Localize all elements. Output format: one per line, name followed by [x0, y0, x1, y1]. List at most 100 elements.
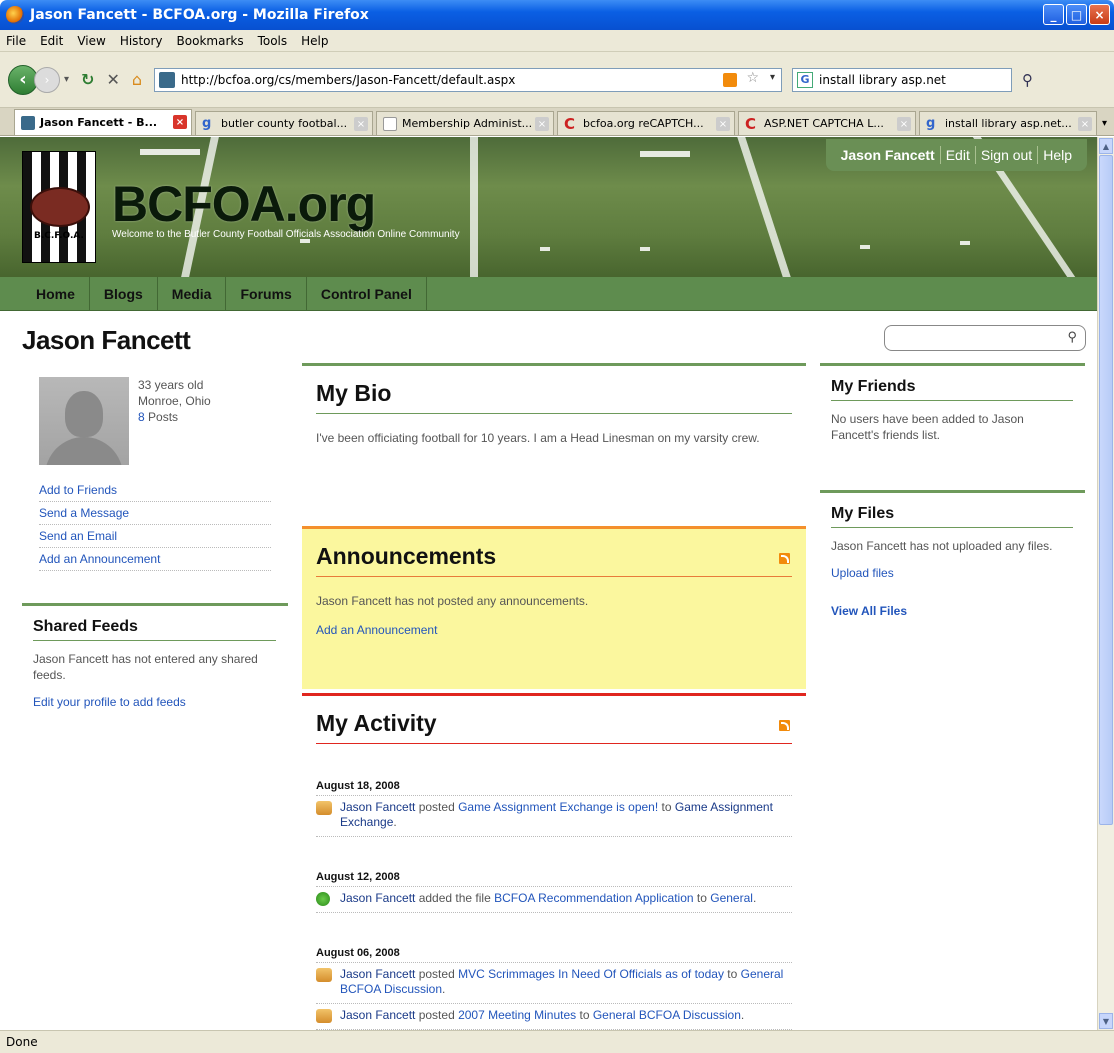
- vertical-scrollbar[interactable]: ▲ ▼: [1097, 137, 1114, 1030]
- nav-blogs[interactable]: Blogs: [90, 277, 158, 310]
- tab-close-icon[interactable]: ×: [354, 117, 368, 131]
- forward-button[interactable]: ›: [34, 66, 60, 93]
- menu-help[interactable]: Help: [301, 34, 328, 48]
- activity-target-link[interactable]: General: [710, 891, 753, 905]
- friends-text: No users have been added to Jason Fancet…: [831, 412, 1024, 442]
- url-bar[interactable]: http://bcfoa.org/cs/members/Jason-Fancet…: [154, 67, 782, 92]
- minimize-button[interactable]: _: [1043, 4, 1064, 25]
- profile-location: Monroe, Ohio: [138, 394, 211, 408]
- files-text: Jason Fancett has not uploaded any files…: [831, 539, 1053, 553]
- add-announcement-link[interactable]: Add an Announcement: [316, 609, 792, 637]
- search-icon[interactable]: ⚲: [1067, 329, 1077, 345]
- scrollbar-thumb[interactable]: [1099, 155, 1113, 825]
- forward-arrow-icon: ›: [44, 72, 50, 87]
- status-text: Done: [6, 1035, 38, 1049]
- send-message-link[interactable]: Send a Message: [39, 502, 271, 525]
- shared-feeds-text: Jason Fancett has not entered any shared…: [33, 652, 258, 682]
- url-dropdown-icon[interactable]: ▾: [770, 72, 775, 83]
- search-icon[interactable]: ⚲: [1022, 71, 1033, 89]
- help-link[interactable]: Help: [1038, 147, 1077, 163]
- friends-box: My Friends No users have been added to J…: [820, 366, 1085, 490]
- activity-user-link[interactable]: Jason Fancett: [340, 800, 415, 814]
- activity-target-link[interactable]: General BCFOA Discussion: [593, 1008, 741, 1022]
- signout-link[interactable]: Sign out: [976, 147, 1037, 163]
- nav-control-panel[interactable]: Control Panel: [307, 277, 427, 310]
- announcements-title: Announcements: [316, 529, 792, 577]
- tab-aspnet-captcha[interactable]: C ASP.NET CAPTCHA L... ×: [738, 111, 916, 135]
- rss-icon[interactable]: [779, 720, 790, 731]
- reload-icon[interactable]: ↻: [81, 70, 94, 89]
- page-title: Jason Fancett: [22, 325, 191, 355]
- avatar[interactable]: [39, 377, 129, 465]
- activity-item: Jason Fancett posted 2007 Meeting Minute…: [316, 1004, 792, 1030]
- send-email-link[interactable]: Send an Email: [39, 525, 271, 548]
- menu-view[interactable]: View: [77, 34, 105, 48]
- activity-object-link[interactable]: BCFOA Recommendation Application: [494, 891, 693, 905]
- menu-edit[interactable]: Edit: [40, 34, 63, 48]
- tab-close-icon[interactable]: ×: [535, 117, 549, 131]
- tab-install-library[interactable]: g install library asp.net... ×: [919, 111, 1097, 135]
- history-dropdown-icon[interactable]: ▾: [64, 74, 69, 85]
- post-icon: [316, 1009, 332, 1023]
- football-logo-icon: [30, 187, 90, 227]
- tab-recaptcha[interactable]: C bcfoa.org reCAPTCH... ×: [557, 111, 735, 135]
- tab-membership-admin[interactable]: Membership Administ... ×: [376, 111, 554, 135]
- shared-feeds-box: Shared Feeds Jason Fancett has not enter…: [22, 606, 288, 709]
- site-search[interactable]: ⚲: [884, 325, 1086, 351]
- tab-label: Jason Fancett - B...: [40, 116, 158, 129]
- edit-link[interactable]: Edit: [941, 147, 975, 163]
- activity-box: My Activity August 18, 2008 Jason Fancet…: [302, 696, 806, 1030]
- site-title[interactable]: BCFOA.org: [112, 175, 376, 233]
- shared-feeds-title: Shared Feeds: [33, 606, 276, 641]
- tab-list-icon[interactable]: ▾: [1102, 118, 1107, 129]
- rss-icon[interactable]: [779, 553, 790, 564]
- activity-object-link[interactable]: 2007 Meeting Minutes: [458, 1008, 576, 1022]
- view-all-files-link[interactable]: View All Files: [831, 580, 1085, 618]
- scroll-up-icon[interactable]: ▲: [1099, 138, 1113, 154]
- user-name-link[interactable]: Jason Fancett: [836, 147, 940, 163]
- menu-tools[interactable]: Tools: [258, 34, 288, 48]
- window-title: Jason Fancett - BCFOA.org - Mozilla Fire…: [30, 7, 369, 23]
- tab-close-icon[interactable]: ×: [716, 117, 730, 131]
- stop-icon[interactable]: ✕: [106, 70, 119, 89]
- close-button[interactable]: ×: [1089, 4, 1110, 25]
- home-icon[interactable]: ⌂: [132, 70, 142, 89]
- navigation-toolbar: ‹ › ▾ ↻ ✕ ⌂ http://bcfoa.org/cs/members/…: [0, 52, 1114, 108]
- google-favicon-icon: g: [202, 115, 212, 131]
- profile-age: 33 years old: [138, 378, 204, 392]
- tab-jason-fancett[interactable]: Jason Fancett - B... ×: [14, 109, 192, 135]
- rss-feed-icon[interactable]: [723, 72, 737, 87]
- activity-user-link[interactable]: Jason Fancett: [340, 1008, 415, 1022]
- tab-close-icon[interactable]: ×: [173, 115, 187, 129]
- maximize-button[interactable]: □: [1066, 4, 1087, 25]
- tab-close-icon[interactable]: ×: [897, 117, 911, 131]
- activity-item: Jason Fancett added the file BCFOA Recom…: [316, 887, 792, 913]
- nav-home[interactable]: Home: [22, 277, 90, 310]
- bookmark-star-icon[interactable]: ☆: [746, 70, 759, 86]
- upload-files-link[interactable]: Upload files: [831, 554, 1085, 580]
- activity-user-link[interactable]: Jason Fancett: [340, 967, 415, 981]
- site-search-input[interactable]: [893, 327, 1063, 349]
- add-to-friends-link[interactable]: Add to Friends: [39, 479, 271, 502]
- posts-count-link[interactable]: 8: [138, 410, 145, 424]
- profile-info: 33 years old Monroe, Ohio 8 Posts: [138, 377, 211, 425]
- activity-user-link[interactable]: Jason Fancett: [340, 891, 415, 905]
- add-announcement-link[interactable]: Add an Announcement: [39, 548, 271, 571]
- tab-close-icon[interactable]: ×: [1078, 117, 1092, 131]
- nav-media[interactable]: Media: [158, 277, 227, 310]
- activity-date: August 18, 2008: [316, 766, 792, 796]
- scroll-down-icon[interactable]: ▼: [1099, 1013, 1113, 1029]
- nav-forums[interactable]: Forums: [226, 277, 307, 310]
- menu-file[interactable]: File: [6, 34, 26, 48]
- google-engine-icon[interactable]: G: [797, 71, 813, 88]
- activity-object-link[interactable]: MVC Scrimmages In Need Of Officials as o…: [458, 967, 724, 981]
- announcements-box: Announcements Jason Fancett has not post…: [302, 529, 806, 689]
- menu-history[interactable]: History: [120, 34, 163, 48]
- page-favicon-icon: [383, 116, 397, 131]
- edit-profile-feeds-link[interactable]: Edit your profile to add feeds: [33, 683, 288, 709]
- activity-object-link[interactable]: Game Assignment Exchange is open!: [458, 800, 658, 814]
- tab-butler-county[interactable]: g butler county footbal... ×: [195, 111, 373, 135]
- search-bar[interactable]: G install library asp.net ⚲: [792, 67, 1033, 92]
- menu-bookmarks[interactable]: Bookmarks: [177, 34, 244, 48]
- captcha-favicon-icon: C: [745, 114, 757, 133]
